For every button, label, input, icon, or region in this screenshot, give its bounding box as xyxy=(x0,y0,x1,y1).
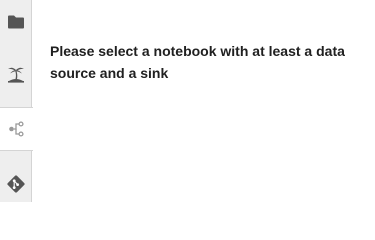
app-window: Please select a notebook with at least a… xyxy=(0,0,375,202)
sidebar-item-environment[interactable] xyxy=(0,52,32,96)
sidebar-item-git[interactable] xyxy=(0,162,32,206)
git-icon xyxy=(6,174,26,194)
folder-icon xyxy=(7,14,25,30)
sidebar-item-files[interactable] xyxy=(0,0,32,44)
main-panel: Please select a notebook with at least a… xyxy=(32,0,375,202)
left-sidebar xyxy=(0,0,33,202)
pipeline-icon xyxy=(8,120,26,138)
empty-state-message: Please select a notebook with at least a… xyxy=(50,43,345,81)
island-icon xyxy=(6,64,26,84)
sidebar-item-pipeline[interactable] xyxy=(0,107,33,151)
